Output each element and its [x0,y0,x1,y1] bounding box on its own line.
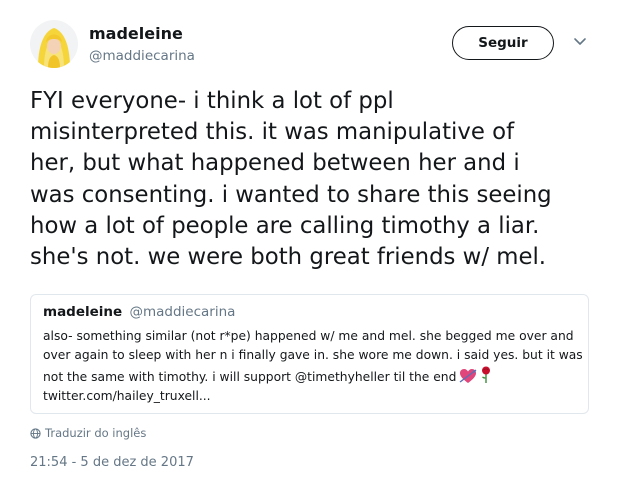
quoted-tweet-link[interactable]: twitter.com/hailey_truxell... [43,387,583,406]
author-display-name[interactable]: madeleine [89,24,183,44]
quoted-author-name: madeleine [43,304,123,320]
avatar-photo-icon [30,20,78,68]
quoted-tweet-card[interactable]: madeleine @maddiecarina also- something … [30,294,589,414]
tweet-line: she's not. we were both great friends w/… [30,244,547,271]
quoted-tweet-line: not the same with timothy. i will suppor… [43,369,457,384]
tweet-text: FYI everyone- i think a lot of ppl misin… [30,86,600,273]
tweet-line: how a lot of people are calling timothy … [30,212,540,239]
quoted-tweet-text: also- something similar (not r*pe) happe… [43,327,583,406]
chevron-down-icon[interactable] [573,37,587,47]
quoted-author-handle: @maddiecarina [129,304,236,320]
tweet-line: her, but what happened between her and i [30,150,520,177]
globe-icon [30,427,41,439]
author-handle[interactable]: @maddiecarina [89,47,195,65]
avatar[interactable] [30,20,78,68]
tweet-line: misinterpreted this. it was manipulative… [30,119,515,146]
quoted-tweet-line-with-emoji: not the same with timothy. i will suppor… [43,366,583,387]
rose-icon [482,366,491,383]
translate-label: Traduzir do inglês [45,426,147,440]
tweet-line: was consenting. i wanted to share this s… [30,181,552,208]
heart-with-arrow-icon [459,368,477,383]
translate-link[interactable]: Traduzir do inglês [30,425,146,441]
quoted-tweet-line: over again to sleep with her n i finally… [43,348,583,363]
follow-button[interactable]: Seguir [452,26,554,60]
quoted-tweet-header: madeleine @maddiecarina [43,303,235,321]
tweet-timestamp[interactable]: 21:54 - 5 de dez de 2017 [30,455,194,471]
tweet-line: FYI everyone- i think a lot of ppl [30,88,394,114]
quoted-tweet-line: also- something similar (not r*pe) happe… [43,329,574,343]
